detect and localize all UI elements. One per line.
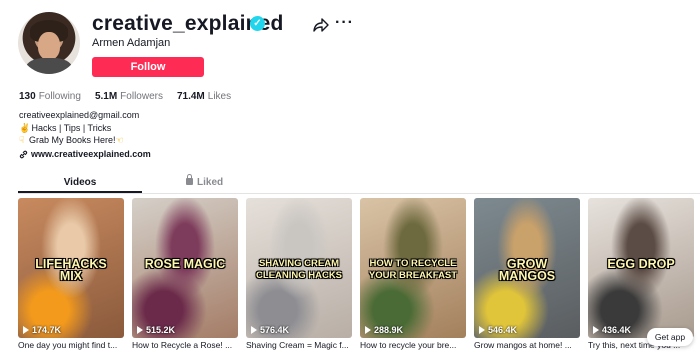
more-options-icon[interactable]: ··· (335, 15, 354, 31)
video-thumbnail[interactable]: GROW MANGOS 546.4K (474, 198, 580, 338)
follow-button[interactable]: Follow (92, 57, 204, 77)
play-icon (479, 326, 485, 334)
video-caption[interactable]: How to Recycle a Rose! ... (132, 340, 238, 350)
profile-nickname: Armen Adamjan (92, 37, 171, 49)
likes-stat: 71.4M Likes (177, 91, 231, 102)
pointing-down-icon: ☟ (19, 135, 25, 145)
lock-icon (186, 174, 193, 185)
video-caption[interactable]: One day you might find t... (18, 340, 124, 350)
profile-bio: creativeexplained@gmail.com ✌ Hacks | Ti… (19, 109, 139, 147)
play-icon (251, 326, 257, 334)
video-view-count: 174.7K (23, 325, 61, 335)
tab-active-indicator (18, 191, 142, 193)
video-grid: LIFEHACKS MIX 174.7K One day you might fin… (18, 198, 700, 352)
video-overlay-text: LIFEHACKS MIX (35, 257, 107, 283)
play-icon (593, 326, 599, 334)
tab-videos[interactable]: Videos (18, 177, 142, 188)
following-count: 130 (19, 91, 36, 102)
video-card[interactable]: ROSE MAGIC 515.2K How to Recycle a Rose! .… (132, 198, 238, 350)
video-thumbnail[interactable]: ROSE MAGIC 515.2K (132, 198, 238, 338)
bio-line-hacks: ✌ Hacks | Tips | Tricks (19, 122, 139, 135)
play-icon (137, 326, 143, 334)
avatar-face (38, 32, 60, 60)
video-card[interactable]: GROW MANGOS 546.4K Grow mangos at home! ..… (474, 198, 580, 350)
video-thumbnail[interactable]: SHAVING CREAM CLEANING HACKS 576.4K (246, 198, 352, 338)
following-label: Following (38, 91, 81, 102)
video-card[interactable]: SHAVING CREAM CLEANING HACKS 576.4K Shavin… (246, 198, 352, 350)
link-icon (19, 150, 28, 158)
likes-count: 71.4M (176, 91, 205, 102)
video-thumbnail[interactable]: EGG DROP 436.4K (588, 198, 694, 338)
followers-label: Followers (120, 91, 163, 102)
video-caption[interactable]: Grow mangos at home! ... (474, 340, 580, 350)
video-view-count: 515.2K (137, 325, 175, 335)
share-arrow-icon[interactable] (313, 17, 329, 33)
bio-email: creativeexplained@gmail.com (19, 110, 140, 120)
video-caption[interactable]: How to recycle your bre... (360, 340, 466, 350)
tab-liked-label: Liked (197, 177, 224, 188)
video-card[interactable]: HOW TO RECYCLE YOUR BREAKFAST 288.9K How t… (360, 198, 466, 350)
tab-liked[interactable]: Liked (186, 174, 224, 188)
profile-tabs: Videos Liked (18, 174, 700, 194)
bio-line-books: ☟ Grab My Books Here!☜ (19, 134, 139, 147)
video-card[interactable]: LIFEHACKS MIX 174.7K One day you might fin… (18, 198, 124, 350)
video-view-count: 436.4K (593, 325, 631, 335)
views-text: 436.4K (602, 325, 632, 335)
video-thumbnail[interactable]: HOW TO RECYCLE YOUR BREAKFAST 288.9K (360, 198, 466, 338)
bio-link[interactable]: www.creativeexplained.com (19, 149, 151, 159)
video-overlay-text: HOW TO RECYCLE YOUR BREAKFAST (368, 258, 458, 281)
views-text: 288.9K (374, 325, 404, 335)
likes-label: Likes (207, 91, 232, 102)
views-text: 515.2K (146, 325, 176, 335)
play-icon (365, 326, 371, 334)
following-stat[interactable]: 130 Following (19, 91, 81, 102)
video-overlay-text: EGG DROP (607, 257, 675, 271)
video-thumbnail[interactable]: LIFEHACKS MIX 174.7K (18, 198, 124, 338)
video-view-count: 576.4K (251, 325, 289, 335)
views-text: 546.4K (488, 325, 518, 335)
avatar-shirt (26, 58, 72, 74)
video-overlay-text: ROSE MAGIC (144, 257, 226, 271)
video-view-count: 546.4K (479, 325, 517, 335)
video-overlay-text: GROW MANGOS (498, 257, 556, 283)
verified-badge-icon: ✓ (250, 16, 265, 31)
followers-count: 5.1M (94, 91, 118, 102)
profile-avatar[interactable] (18, 12, 80, 74)
get-app-button[interactable]: Get app (647, 328, 693, 346)
bio-link-text: www.creativeexplained.com (31, 149, 151, 159)
victory-hand-icon: ✌ (19, 122, 31, 133)
views-text: 576.4K (260, 325, 290, 335)
video-view-count: 288.9K (365, 325, 403, 335)
play-icon (23, 326, 29, 334)
bio-books-text: Grab My Books Here! (29, 135, 116, 145)
video-caption[interactable]: Shaving Cream = Magic f... (246, 340, 352, 350)
followers-stat[interactable]: 5.1M Followers (95, 91, 163, 102)
pointing-left-icon: ☜ (115, 135, 124, 145)
video-overlay-text: SHAVING CREAM CLEANING HACKS (255, 258, 343, 281)
views-text: 174.7K (32, 325, 62, 335)
bio-hacks-text: Hacks | Tips | Tricks (31, 122, 112, 133)
profile-stats: 130 Following 5.1M Followers 71.4M Likes (19, 91, 231, 102)
